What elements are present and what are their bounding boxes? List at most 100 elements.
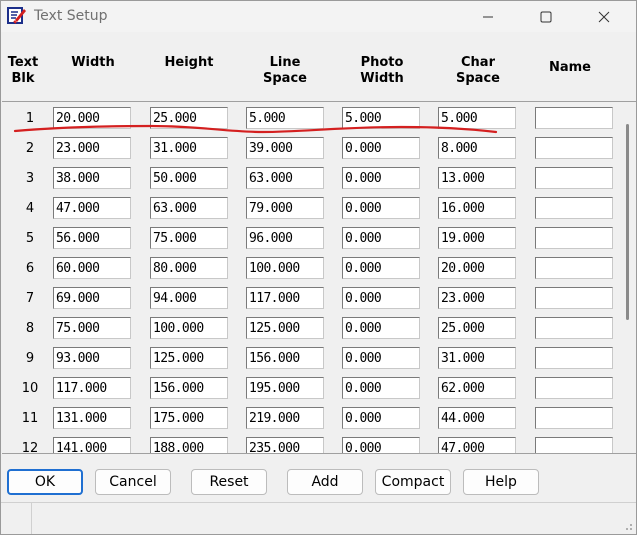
photo-width-field[interactable]: 0.000 (342, 197, 420, 219)
add-button[interactable]: Add (287, 469, 363, 495)
photo-width-field[interactable]: 0.000 (342, 287, 420, 309)
row-number: 3 (25, 171, 35, 186)
vertical-scrollbar[interactable] (622, 102, 636, 453)
width-field[interactable]: 23.000 (53, 137, 131, 159)
close-button[interactable] (581, 1, 627, 32)
char-space-field[interactable]: 8.000 (438, 137, 516, 159)
line-space-field[interactable]: 219.000 (246, 407, 324, 429)
line-space-field[interactable]: 63.000 (246, 167, 324, 189)
name-field[interactable] (535, 137, 613, 159)
header-line-space-line1: Line (269, 55, 301, 70)
name-field[interactable] (535, 317, 613, 339)
char-space-field[interactable]: 62.000 (438, 377, 516, 399)
char-space-field[interactable]: 23.000 (438, 287, 516, 309)
width-field[interactable]: 75.000 (53, 317, 131, 339)
width-field[interactable]: 38.000 (53, 167, 131, 189)
line-space-field[interactable]: 117.000 (246, 287, 324, 309)
width-field[interactable]: 60.000 (53, 257, 131, 279)
height-field[interactable]: 100.000 (150, 317, 228, 339)
char-space-field[interactable]: 31.000 (438, 347, 516, 369)
name-field[interactable] (535, 257, 613, 279)
width-field[interactable]: 69.000 (53, 287, 131, 309)
height-field[interactable]: 188.000 (150, 437, 228, 453)
compact-button[interactable]: Compact (375, 469, 451, 495)
height-field[interactable]: 175.000 (150, 407, 228, 429)
name-field[interactable] (535, 197, 613, 219)
name-field[interactable] (535, 377, 613, 399)
maximize-icon (540, 11, 552, 22)
name-field[interactable] (535, 167, 613, 189)
table-row: 2 23.000 31.000 39.000 0.000 8.000 (2, 134, 622, 164)
header-height: Height (164, 55, 214, 70)
height-field[interactable]: 31.000 (150, 137, 228, 159)
height-field[interactable]: 94.000 (150, 287, 228, 309)
height-field[interactable]: 63.000 (150, 197, 228, 219)
photo-width-field[interactable]: 0.000 (342, 317, 420, 339)
width-field[interactable]: 56.000 (53, 227, 131, 249)
scrollbar-thumb[interactable] (626, 124, 629, 320)
table-row: 10 117.000 156.000 195.000 0.000 62.000 (2, 374, 622, 404)
name-field[interactable] (535, 227, 613, 249)
photo-width-field[interactable]: 0.000 (342, 167, 420, 189)
table-row: 9 93.000 125.000 156.000 0.000 31.000 (2, 344, 622, 374)
reset-button[interactable]: Reset (191, 469, 267, 495)
char-space-field[interactable]: 44.000 (438, 407, 516, 429)
cancel-button[interactable]: Cancel (95, 469, 171, 495)
header-photo-width: Photo Width (343, 55, 421, 87)
line-space-field[interactable]: 5.000 (246, 107, 324, 129)
photo-width-field[interactable]: 5.000 (342, 107, 420, 129)
photo-width-field[interactable]: 0.000 (342, 407, 420, 429)
line-space-field[interactable]: 156.000 (246, 347, 324, 369)
width-field[interactable]: 131.000 (53, 407, 131, 429)
minimize-button[interactable] (465, 1, 511, 32)
name-field[interactable] (535, 437, 613, 453)
height-field[interactable]: 156.000 (150, 377, 228, 399)
char-space-field[interactable]: 16.000 (438, 197, 516, 219)
resize-grip-icon[interactable] (623, 521, 633, 531)
header-text-blk-line2: Blk (11, 71, 35, 86)
header-text-blk-line1: Text (7, 55, 39, 70)
width-field[interactable]: 93.000 (53, 347, 131, 369)
help-button[interactable]: Help (463, 469, 539, 495)
maximize-button[interactable] (523, 1, 569, 32)
photo-width-field[interactable]: 0.000 (342, 347, 420, 369)
name-field[interactable] (535, 347, 613, 369)
name-field[interactable] (535, 107, 613, 129)
line-space-field[interactable]: 79.000 (246, 197, 324, 219)
line-space-field[interactable]: 39.000 (246, 137, 324, 159)
photo-width-field[interactable]: 0.000 (342, 257, 420, 279)
ok-button[interactable]: OK (7, 469, 83, 495)
char-space-field[interactable]: 5.000 (438, 107, 516, 129)
width-field[interactable]: 141.000 (53, 437, 131, 453)
height-field[interactable]: 125.000 (150, 347, 228, 369)
width-field[interactable]: 20.000 (53, 107, 131, 129)
header-text-blk: Text Blk (3, 55, 43, 87)
line-space-field[interactable]: 235.000 (246, 437, 324, 453)
table-row: 6 60.000 80.000 100.000 0.000 20.000 (2, 254, 622, 284)
photo-width-field[interactable]: 0.000 (342, 227, 420, 249)
table-row: 4 47.000 63.000 79.000 0.000 16.000 (2, 194, 622, 224)
table-row: 7 69.000 94.000 117.000 0.000 23.000 (2, 284, 622, 314)
char-space-field[interactable]: 13.000 (438, 167, 516, 189)
line-space-field[interactable]: 195.000 (246, 377, 324, 399)
photo-width-field[interactable]: 0.000 (342, 377, 420, 399)
photo-width-field[interactable]: 0.000 (342, 137, 420, 159)
height-field[interactable]: 50.000 (150, 167, 228, 189)
char-space-field[interactable]: 19.000 (438, 227, 516, 249)
height-field[interactable]: 25.000 (150, 107, 228, 129)
char-space-field[interactable]: 25.000 (438, 317, 516, 339)
char-space-field[interactable]: 47.000 (438, 437, 516, 453)
name-field[interactable] (535, 407, 613, 429)
line-space-field[interactable]: 125.000 (246, 317, 324, 339)
close-icon (598, 11, 610, 22)
height-field[interactable]: 80.000 (150, 257, 228, 279)
line-space-field[interactable]: 100.000 (246, 257, 324, 279)
height-field[interactable]: 75.000 (150, 227, 228, 249)
width-field[interactable]: 47.000 (53, 197, 131, 219)
width-field[interactable]: 117.000 (53, 377, 131, 399)
char-space-field[interactable]: 20.000 (438, 257, 516, 279)
line-space-field[interactable]: 96.000 (246, 227, 324, 249)
header-width: Width (71, 55, 115, 70)
name-field[interactable] (535, 287, 613, 309)
photo-width-field[interactable]: 0.000 (342, 437, 420, 453)
